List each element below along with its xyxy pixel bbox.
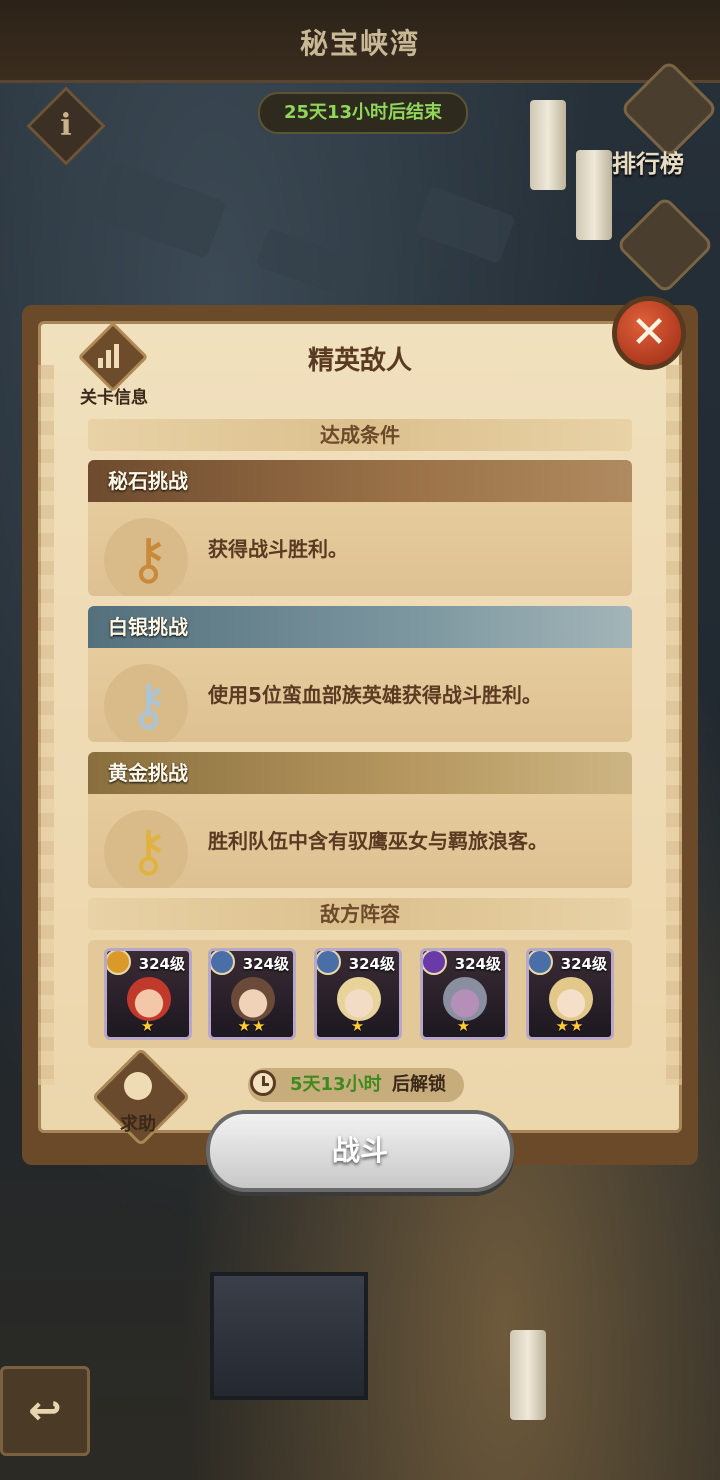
- faction-icon: [107, 951, 131, 975]
- bronze-key-icon: ⚷: [128, 527, 170, 592]
- challenge-bronze: 秘石挑战 ⚷ 获得战斗胜利。: [88, 460, 632, 596]
- map-pillar: [530, 100, 566, 190]
- hero-portrait: [337, 977, 381, 1021]
- hero-level: 324级: [454, 955, 501, 973]
- hero-level: 324级: [138, 955, 185, 973]
- stage-info-label[interactable]: 关卡信息: [74, 383, 154, 408]
- silver-key-icon: ⚷: [128, 673, 170, 738]
- faction-icon: [317, 951, 341, 975]
- hero-stars: ★: [350, 1017, 366, 1035]
- close-button[interactable]: ✕: [612, 296, 686, 370]
- hero-stars: ★★: [237, 1017, 267, 1035]
- hero-stars: ★: [456, 1017, 472, 1035]
- faction-icon: [529, 951, 553, 975]
- enemy-hero-card[interactable]: 324级 ★★: [526, 948, 614, 1040]
- back-arrow-icon: ↩: [28, 1388, 62, 1434]
- gold-key-icon: ⚷: [128, 819, 170, 884]
- hero-level: 324级: [242, 955, 289, 973]
- clock-icon: [250, 1070, 276, 1096]
- fight-label: 战斗: [331, 1134, 388, 1167]
- map-pillar: [510, 1330, 546, 1420]
- map-pillar: [576, 150, 612, 240]
- hero-level: 324级: [560, 955, 607, 973]
- challenge-title: 黄金挑战: [88, 752, 632, 794]
- challenge-title: 秘石挑战: [88, 460, 632, 502]
- event-timer: 25天13小时后结束: [258, 92, 468, 134]
- conditions-header: 达成条件: [88, 419, 632, 451]
- enemy-lineup-header: 敌方阵容: [88, 898, 632, 930]
- hero-portrait: [443, 977, 487, 1021]
- enemy-hero-card[interactable]: 324级 ★: [104, 948, 192, 1040]
- challenge-silver: 白银挑战 ⚷ 使用5位蛮血部族英雄获得战斗胜利。: [88, 606, 632, 742]
- info-icon: i: [60, 108, 72, 143]
- enemy-hero-card[interactable]: 324级 ★: [420, 948, 508, 1040]
- panel-border-decoration: [666, 365, 682, 1085]
- hero-stars: ★★: [555, 1017, 585, 1035]
- challenge-description: 使用5位蛮血部族英雄获得战斗胜利。: [208, 683, 542, 707]
- unlock-time: 5天13小时: [290, 1074, 382, 1095]
- hero-portrait: [127, 977, 171, 1021]
- ranking-label[interactable]: 排行榜: [612, 144, 684, 179]
- faction-icon: [211, 951, 235, 975]
- bar-chart-icon: [96, 344, 126, 368]
- close-icon: ✕: [630, 307, 668, 358]
- fight-button[interactable]: 战斗: [206, 1110, 514, 1192]
- hero-portrait: [231, 977, 275, 1021]
- helmet-icon: [124, 1072, 152, 1100]
- challenge-description: 获得战斗胜利。: [208, 537, 348, 561]
- faction-icon: [423, 951, 447, 975]
- enemy-hero-card[interactable]: 324级 ★★: [208, 948, 296, 1040]
- hero-portrait: [549, 977, 593, 1021]
- enemy-hero-card[interactable]: 324级 ★: [314, 948, 402, 1040]
- challenge-title: 白银挑战: [88, 606, 632, 648]
- panel-border-decoration: [38, 365, 54, 1085]
- hero-level: 324级: [348, 955, 395, 973]
- map-title: 秘宝峡湾: [299, 27, 420, 60]
- hero-stars: ★: [140, 1017, 156, 1035]
- back-button[interactable]: ↩: [0, 1366, 90, 1456]
- map-gate: [210, 1272, 368, 1400]
- challenge-gold: 黄金挑战 ⚷ 胜利队伍中含有驭鹰巫女与羁旅浪客。: [88, 752, 632, 888]
- challenge-description: 胜利队伍中含有驭鹰巫女与羁旅浪客。: [208, 829, 548, 853]
- help-label[interactable]: 求助: [98, 1110, 178, 1136]
- unlock-suffix: 后解锁: [392, 1074, 446, 1095]
